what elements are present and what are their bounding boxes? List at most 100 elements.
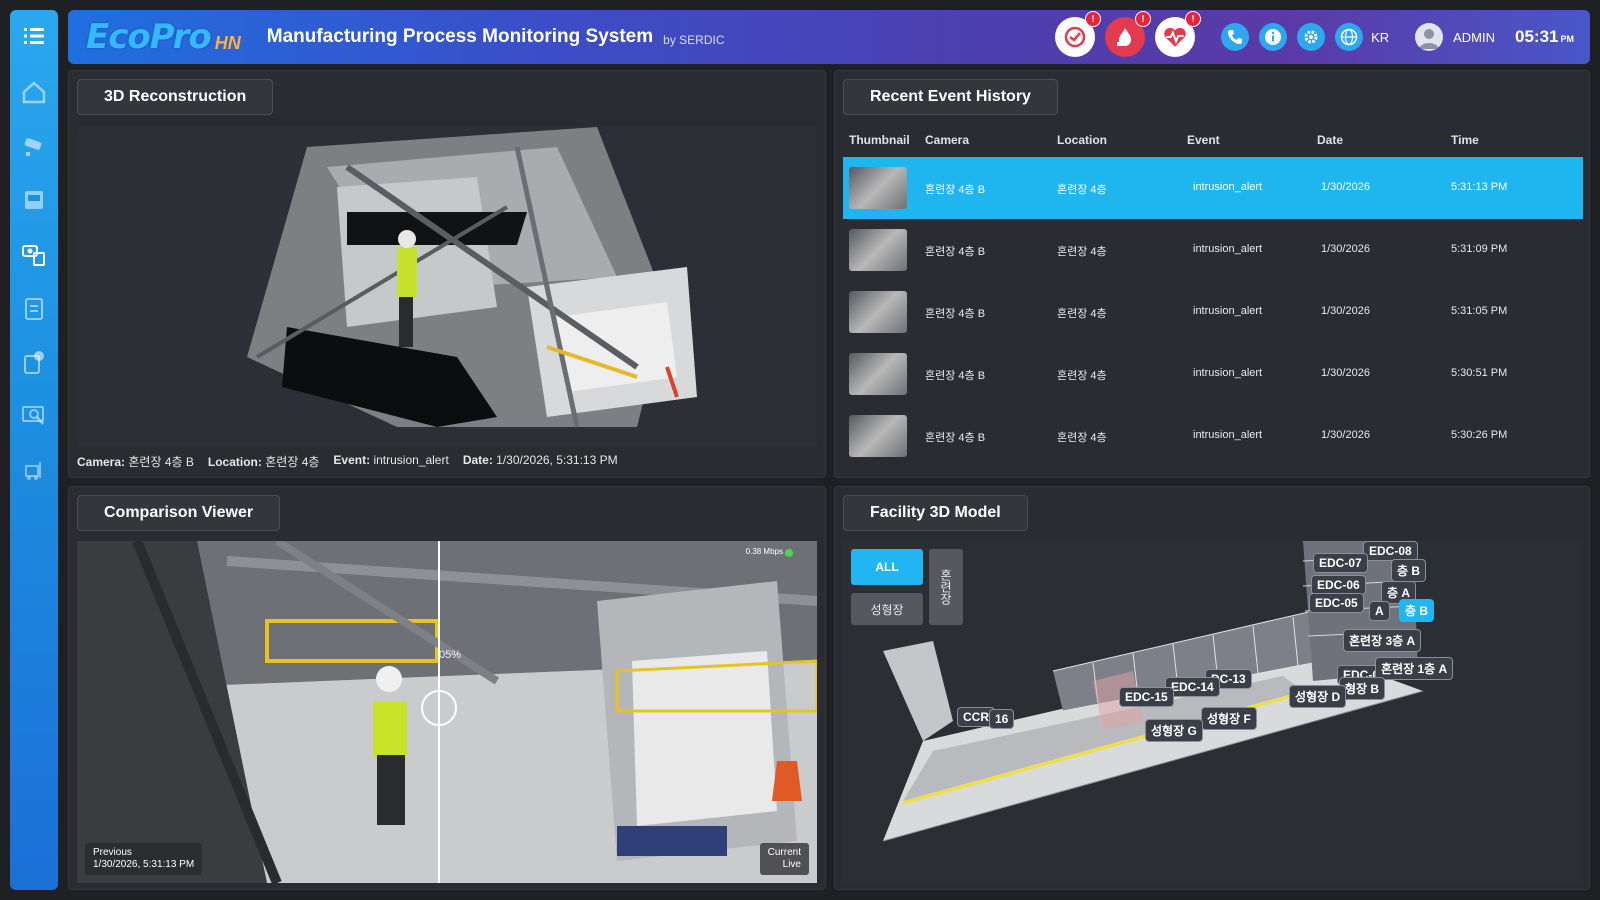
page-title: Manufacturing Process Monitoring System [266, 26, 654, 47]
forklift-icon[interactable] [10, 448, 58, 492]
filter-all-button[interactable]: ALL [851, 549, 923, 585]
safety-alert-button[interactable]: ! [1055, 11, 1102, 57]
facility-3d-viewer[interactable]: ALL 성형장 혼련장 EDC-08 EDC-07 층 B EDC-06 층 A… [843, 541, 1583, 883]
caption-event-value: intrusion_alert [373, 453, 449, 467]
col-thumbnail: Thumbnail [849, 133, 910, 147]
caption-date: Date: 1/30/2026, 5:31:13 PM [463, 453, 618, 470]
monitor-icon[interactable] [10, 178, 58, 222]
col-location: Location [1057, 133, 1107, 147]
clock-time: 05:31 [1515, 27, 1559, 46]
event-table-header: Thumbnail Camera Location Event Date Tim… [843, 133, 1583, 153]
event-thumbnail[interactable] [849, 353, 907, 395]
language-button[interactable] [1335, 23, 1364, 51]
heart-rate-button[interactable]: ! [1155, 11, 1202, 57]
vendor-label: by SERDIC [663, 33, 725, 47]
alert-badge: ! [1185, 11, 1202, 27]
facility-label[interactable]: 16 [989, 709, 1015, 729]
fire-alert-icon [1117, 28, 1132, 46]
event-history-title: Recent Event History [843, 79, 1058, 115]
facility-label[interactable]: EDC-06 [1311, 575, 1366, 595]
row-location: 혼련장 4층 [1057, 432, 1107, 444]
table-row[interactable]: 혼련장 4층 B 혼련장 4층 intrusion_alert 1/30/202… [843, 281, 1583, 343]
facility-label[interactable]: 혼련장 3층 A [1343, 629, 1422, 652]
facility-label[interactable]: 성형장 D [1289, 685, 1347, 708]
row-time: 5:30:51 PM [1451, 367, 1508, 379]
facility-label[interactable]: EDC-05 [1309, 593, 1364, 613]
row-camera: 혼련장 4층 B [925, 246, 986, 258]
row-camera: 혼련장 4층 B [925, 308, 986, 320]
table-row[interactable]: 혼련장 4층 B 혼련장 4층 intrusion_alert 1/30/202… [843, 405, 1583, 467]
row-date: 1/30/2026 [1321, 429, 1370, 441]
facility-label[interactable]: EDC-08 [1363, 541, 1418, 561]
home-icon[interactable] [10, 70, 58, 114]
menu-icon[interactable] [10, 14, 58, 58]
caption-camera-value: 혼련장 4층 B [128, 455, 194, 469]
search-monitor-icon[interactable] [10, 394, 58, 438]
alert-badge: ! [1085, 11, 1102, 27]
facility-label[interactable]: 성형장 F [1201, 707, 1257, 730]
caption-camera: Camera: 혼련장 4층 B [77, 453, 194, 470]
language-label[interactable]: KR [1371, 30, 1389, 45]
col-camera: Camera [925, 133, 970, 147]
row-location: 혼련장 4층 [1057, 246, 1107, 258]
row-event: intrusion_alert [1193, 429, 1263, 441]
point-cloud-render [77, 127, 817, 447]
facility-label[interactable]: A [1369, 601, 1390, 621]
heart-rate-icon [1164, 27, 1186, 47]
caption-date-value: 1/30/2026, 5:31:13 PM [496, 453, 618, 467]
table-row[interactable]: 혼련장 4층 B 혼련장 4층 intrusion_alert 1/30/202… [843, 343, 1583, 405]
user-name: ADMIN [1453, 29, 1496, 45]
header-toolbar: ! ! ! KR ADMIN 05:31 PM [1045, 10, 1574, 64]
row-event: intrusion_alert [1193, 367, 1263, 379]
table-row[interactable]: 혼련장 4층 B 혼련장 4층 intrusion_alert 1/30/202… [843, 157, 1583, 219]
facility-label[interactable]: 층 B [1391, 559, 1427, 582]
row-event: intrusion_alert [1193, 243, 1263, 255]
caption-location-label: Location: [207, 455, 262, 469]
settings-button[interactable] [1297, 23, 1326, 51]
facility-label[interactable]: EDC-07 [1313, 553, 1368, 573]
row-date: 1/30/2026 [1321, 367, 1370, 379]
event-history-panel: Recent Event History Thumbnail Camera Lo… [834, 70, 1590, 478]
caption-date-label: Date: [462, 453, 493, 467]
row-time: 5:30:26 PM [1451, 429, 1508, 441]
comparison-title: Comparison Viewer [77, 495, 281, 531]
fire-alert-button[interactable]: ! [1105, 11, 1152, 57]
filter-mixing-button[interactable]: 혼련장 [929, 549, 963, 625]
facility-label[interactable]: 혼련장 1층 A [1375, 657, 1454, 680]
report-icon[interactable] [10, 340, 58, 384]
info-icon [1265, 29, 1282, 45]
col-event: Event [1187, 133, 1220, 147]
filter-forming-button[interactable]: 성형장 [851, 593, 923, 625]
facility-label[interactable]: 성형장 G [1145, 719, 1203, 742]
camera-surveillance-icon[interactable] [10, 124, 58, 168]
reconstruction-caption: Camera: 혼련장 4층 B Location: 혼련장 4층 Event:… [77, 453, 618, 470]
point-cloud-viewer[interactable] [77, 127, 817, 447]
reconstruction-panel: 3D Reconstruction Camera: 혼련장 4층 B Locat… [68, 70, 826, 478]
clock: 05:31 PM [1515, 27, 1574, 47]
comparison-viewer[interactable]: 0.38 Mbps 05% Previous 1/30/2026, 5:31:1… [77, 541, 817, 883]
row-location: 혼련장 4층 [1057, 308, 1107, 320]
slider-percent: 05% [439, 649, 462, 661]
bitrate-label: 0.38 Mbps [745, 547, 783, 556]
facility-label[interactable]: EDC-15 [1119, 687, 1174, 707]
avatar[interactable] [1415, 23, 1444, 51]
gear-icon [1304, 30, 1318, 44]
event-thumbnail[interactable] [849, 167, 907, 209]
event-thumbnail[interactable] [849, 415, 907, 457]
camera-document-icon[interactable] [10, 232, 58, 276]
row-camera: 혼련장 4층 B [925, 432, 986, 444]
event-thumbnail[interactable] [849, 229, 907, 271]
top-header: EcoPro HN Manufacturing Process Monitori… [68, 10, 1590, 64]
facility-title: Facility 3D Model [843, 495, 1028, 531]
phone-button[interactable] [1221, 23, 1250, 51]
safety-alert-icon [1064, 26, 1086, 48]
table-row[interactable]: 혼련장 4층 B 혼련장 4층 intrusion_alert 1/30/202… [843, 219, 1583, 281]
current-label: Current [767, 847, 801, 858]
facility-label-selected[interactable]: 층 B [1399, 599, 1435, 622]
phone-icon [1228, 30, 1243, 44]
row-time: 5:31:13 PM [1451, 181, 1508, 193]
row-location: 혼련장 4층 [1057, 370, 1107, 382]
info-button[interactable] [1259, 23, 1288, 51]
event-thumbnail[interactable] [849, 291, 907, 333]
clipboard-icon[interactable] [10, 286, 58, 330]
